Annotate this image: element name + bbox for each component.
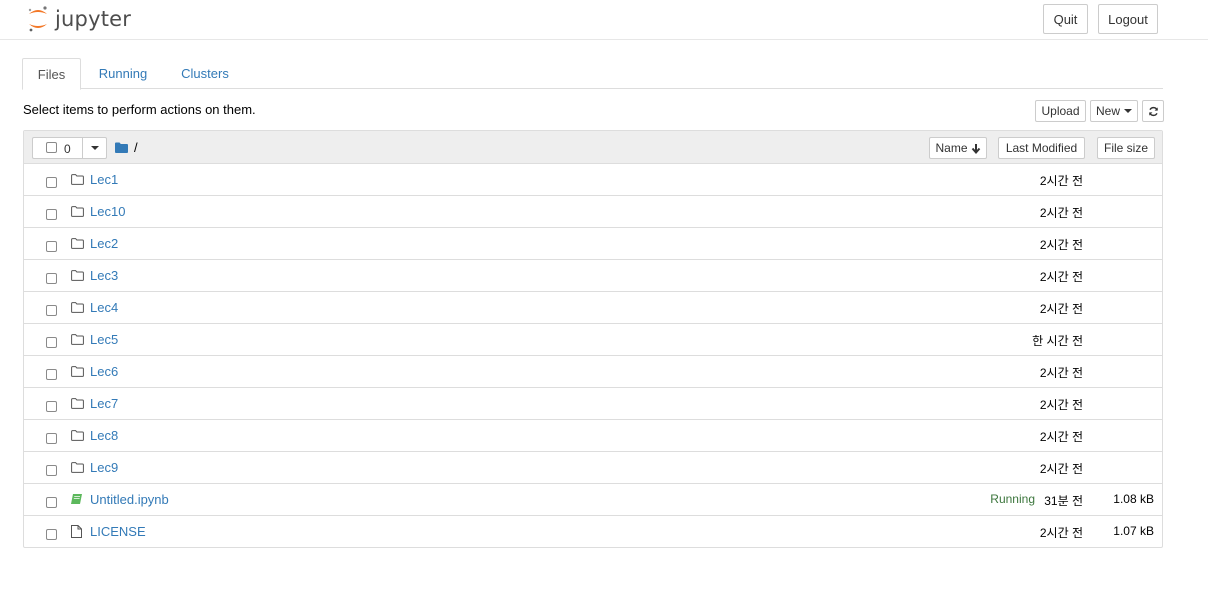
new-label: New [1095,104,1120,118]
folder-icon [71,397,84,412]
item-name-link[interactable]: Lec7 [90,396,118,411]
running-status: Running [990,492,1035,506]
arrow-down-icon [971,143,980,154]
jupyter-logo-icon [28,6,47,32]
row-checkbox[interactable] [46,433,57,444]
row-checkbox[interactable] [46,337,57,348]
item-modified: 31분 전 [1044,494,1083,508]
item-name-link[interactable]: Lec1 [90,172,118,187]
caret-down-icon [1124,109,1132,113]
row-checkbox[interactable] [46,465,57,476]
row-checkbox[interactable] [46,305,57,316]
item-name-link[interactable]: Lec10 [90,204,125,219]
item-modified: 2시간 전 [1039,430,1083,444]
selected-count: 0 [64,142,71,156]
folder-icon [71,429,84,444]
item-name-link[interactable]: Lec4 [90,300,118,315]
item-size: 1.07 kB [1113,524,1154,538]
row-checkbox[interactable] [46,273,57,284]
folder-icon [71,333,84,348]
list-item[interactable]: Lec7 2시간 전 [24,388,1162,420]
row-checkbox[interactable] [46,497,57,508]
item-modified: 2시간 전 [1039,398,1083,412]
folder-icon [71,301,84,316]
file-list: 0 / Name Last Modified File size Lec1 2시간… [23,130,1163,548]
tab-running[interactable]: Running [88,58,158,89]
list-item[interactable]: Lec9 2시간 전 [24,452,1162,484]
file-list-header: 0 / Name Last Modified File size [24,131,1162,164]
folder-icon [71,365,84,380]
upload-button[interactable]: Upload [1035,100,1086,122]
refresh-icon [1148,106,1158,116]
sort-name-label: Name [935,141,968,155]
item-name-link[interactable]: Lec9 [90,460,118,475]
item-name-link[interactable]: Lec8 [90,428,118,443]
selection-hint: Select items to perform actions on them. [23,102,256,117]
item-name-link[interactable]: Lec5 [90,332,118,347]
breadcrumb: / [115,140,138,155]
logout-button[interactable]: Logout [1098,4,1158,34]
item-size: 1.08 kB [1113,492,1154,506]
caret-down-icon [91,146,99,150]
row-checkbox[interactable] [46,177,57,188]
folder-icon [71,237,84,252]
folder-icon [71,205,84,220]
row-checkbox[interactable] [46,241,57,252]
list-item[interactable]: Lec1 2시간 전 [24,164,1162,196]
item-modified: 2시간 전 [1039,302,1083,316]
folder-icon [71,269,84,284]
tab-clusters[interactable]: Clusters [170,58,240,89]
tab-files[interactable]: Files [22,58,81,90]
item-name-link[interactable]: Lec2 [90,236,118,251]
list-item[interactable]: Lec2 2시간 전 [24,228,1162,260]
tab-bar: Files Running Clusters [22,58,1163,90]
item-modified: 2시간 전 [1039,366,1083,380]
notebook-icon [71,493,83,508]
row-checkbox[interactable] [46,369,57,380]
file-icon [71,525,82,541]
folder-icon [71,173,84,188]
item-modified: 2시간 전 [1039,270,1083,284]
list-item[interactable]: Lec4 2시간 전 [24,292,1162,324]
item-modified: 2시간 전 [1039,174,1083,188]
sort-name-button[interactable]: Name [929,137,987,159]
item-name-link[interactable]: Lec3 [90,268,118,283]
folder-icon [71,461,84,476]
list-item[interactable]: Lec3 2시간 전 [24,260,1162,292]
folder-icon[interactable] [115,142,128,153]
jupyter-logo[interactable]: jupyter [27,4,131,34]
list-item[interactable]: Lec5 한 시간 전 [24,324,1162,356]
select-menu-button[interactable] [82,137,107,159]
new-dropdown-button[interactable]: New [1090,100,1138,122]
select-all-checkbox[interactable] [46,142,57,153]
item-modified: 2시간 전 [1039,526,1083,540]
item-name-link[interactable]: Untitled.ipynb [90,492,169,507]
item-name-link[interactable]: Lec6 [90,364,118,379]
item-name-link[interactable]: LICENSE [90,524,146,539]
list-item[interactable]: Lec10 2시간 전 [24,196,1162,228]
refresh-button[interactable] [1142,100,1164,122]
sort-modified-button[interactable]: Last Modified [998,137,1085,159]
row-checkbox[interactable] [46,209,57,220]
item-modified: 2시간 전 [1039,462,1083,476]
select-all-group: 0 [32,137,107,159]
item-modified: 2시간 전 [1039,206,1083,220]
list-item[interactable]: LICENSE 2시간 전 1.07 kB [24,516,1162,548]
list-item[interactable]: Lec8 2시간 전 [24,420,1162,452]
item-modified: 한 시간 전 [1032,334,1083,348]
header: jupyter Quit Logout [0,0,1208,40]
item-modified: 2시간 전 [1039,238,1083,252]
quit-button[interactable]: Quit [1043,4,1088,34]
row-checkbox[interactable] [46,401,57,412]
sort-size-button[interactable]: File size [1097,137,1155,159]
list-item[interactable]: Untitled.ipynb Running 31분 전 1.08 kB [24,484,1162,516]
breadcrumb-root[interactable]: / [134,140,138,155]
row-checkbox[interactable] [46,529,57,540]
list-item[interactable]: Lec6 2시간 전 [24,356,1162,388]
logo-text: jupyter [55,7,132,31]
